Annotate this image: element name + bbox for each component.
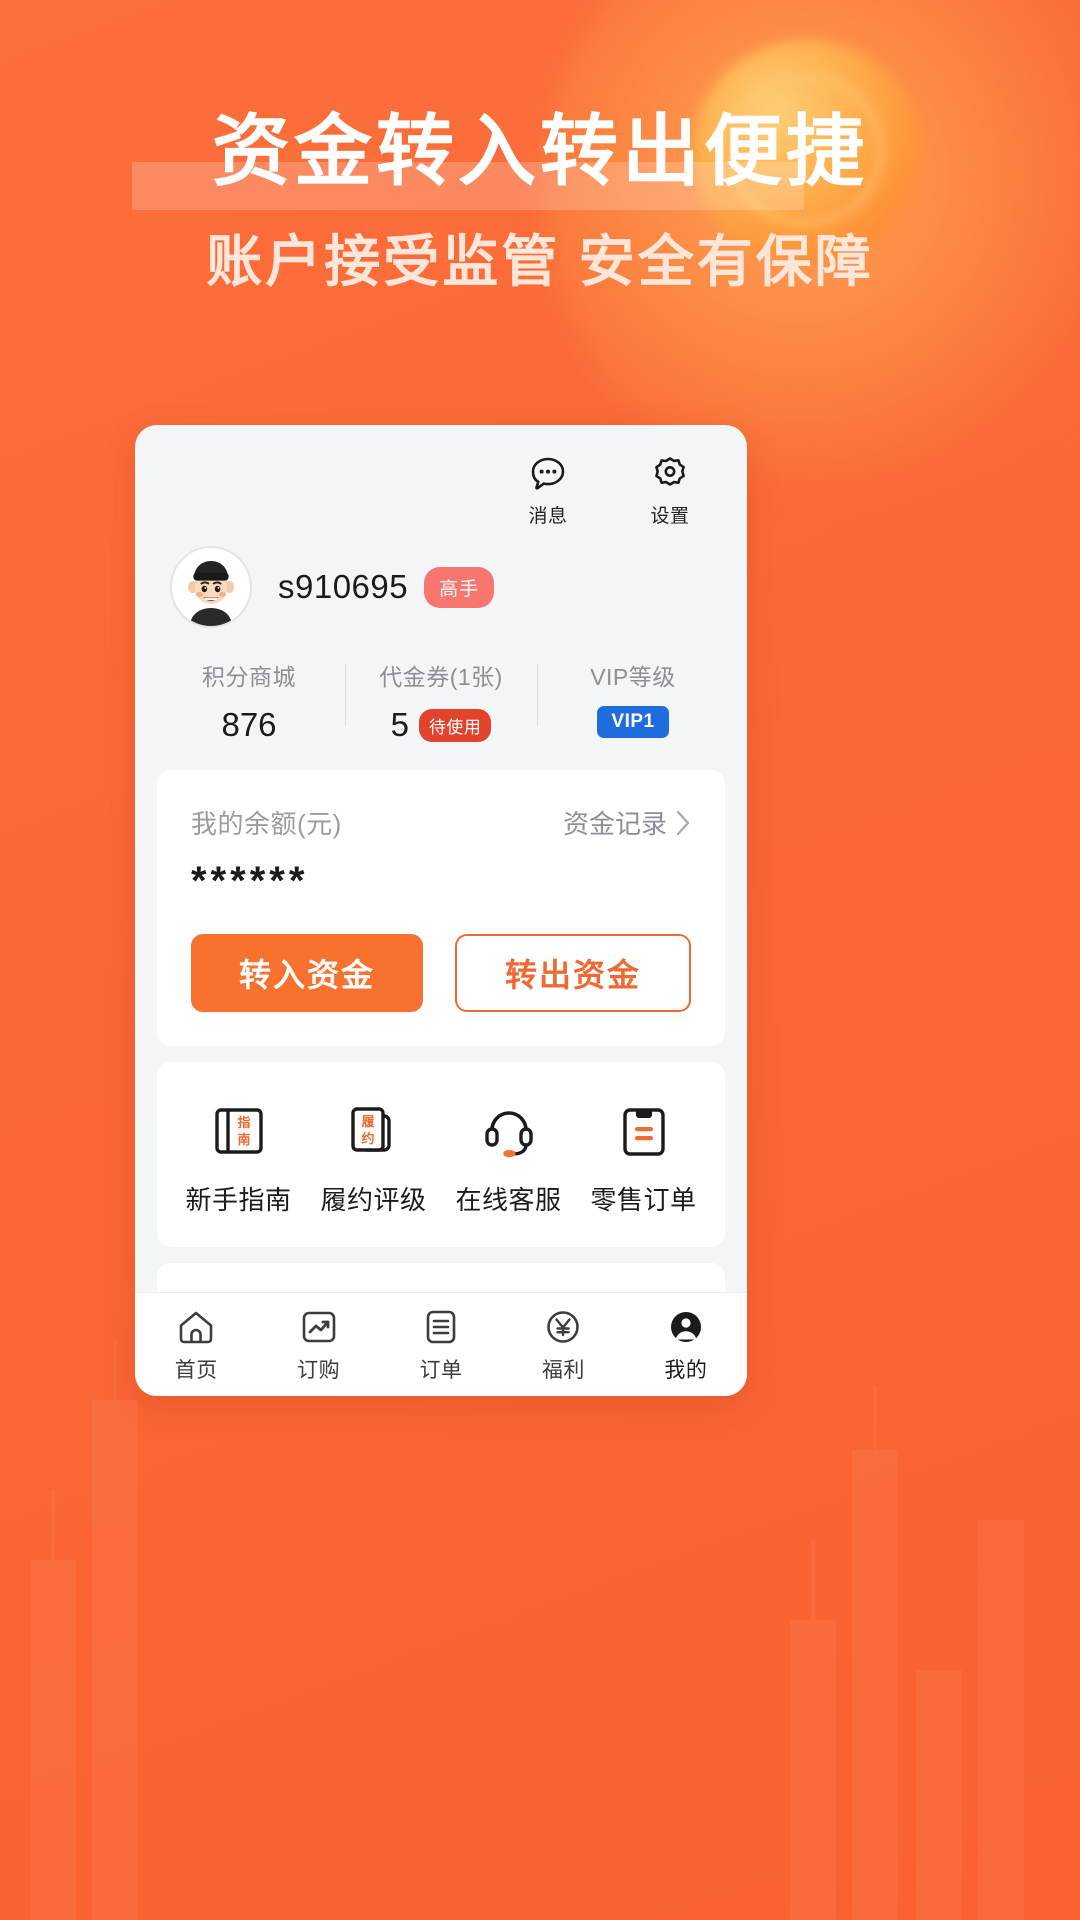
tab-label: 福利: [541, 1358, 585, 1382]
stat-points-mall[interactable]: 积分商城 876: [153, 658, 345, 744]
user-level-badge: 高手: [424, 566, 495, 608]
quick-action-label: 在线客服: [455, 1185, 562, 1215]
avatar[interactable]: [170, 546, 252, 628]
tab-label: 首页: [174, 1358, 218, 1382]
svg-text:指: 指: [237, 1115, 250, 1130]
tab-home[interactable]: 首页: [135, 1306, 257, 1384]
background-candlestick-wick: [811, 1540, 815, 1620]
yuan-coin-icon: [502, 1306, 624, 1348]
stat-label: 积分商城: [202, 664, 296, 690]
tab-mine[interactable]: 我的: [625, 1306, 747, 1384]
stat-voucher[interactable]: 代金券(1张) 5 待使用: [345, 658, 537, 744]
menu-item-pickup-records[interactable]: 提货记录: [191, 1263, 691, 1292]
balance-panel: 我的余额(元) 资金记录 ****** 转入资金 转出资金: [157, 770, 725, 1046]
chevron-right-icon: [675, 810, 691, 836]
background-candlestick: [790, 1620, 836, 1920]
background-candlestick: [916, 1670, 962, 1920]
settings-label: 设置: [650, 506, 690, 527]
background-candlestick-wick: [113, 1340, 117, 1400]
stat-label: VIP等级: [590, 664, 676, 690]
trend-chart-icon: [257, 1306, 379, 1348]
vip-level-badge: VIP1: [597, 706, 669, 738]
svg-text:履: 履: [361, 1114, 374, 1129]
menu-list: 提货记录 商城客服: [157, 1263, 725, 1292]
quick-actions-panel: 指 南 新手指南 履 约 履约评级 在线客服 零售订单: [157, 1062, 725, 1247]
svg-text:约: 约: [361, 1131, 374, 1146]
balance-label: 我的余额(元): [191, 809, 342, 839]
promo-copy: 资金转入转出便捷 账户接受监管 安全有保障: [0, 0, 1080, 290]
balance-action-row: 转入资金 转出资金: [157, 904, 725, 1046]
settings-button[interactable]: 设置: [635, 453, 705, 528]
background-candlestick: [92, 1400, 138, 1920]
home-icon: [135, 1306, 257, 1348]
fund-records-label: 资金记录: [562, 809, 667, 839]
quick-action-label: 零售订单: [590, 1185, 697, 1215]
tab-benefits[interactable]: 福利: [502, 1306, 624, 1384]
background-candlestick: [30, 1560, 76, 1920]
list-document-icon: [380, 1306, 502, 1348]
quick-action-online-support[interactable]: 在线客服: [441, 1096, 576, 1217]
gear-icon: [635, 453, 705, 495]
quick-action-label: 新手指南: [185, 1185, 292, 1215]
clipboard-order-icon: [576, 1096, 711, 1166]
transfer-in-button[interactable]: 转入资金: [191, 934, 423, 1012]
stat-vip-level[interactable]: VIP等级 VIP1: [537, 658, 729, 744]
quick-action-label: 履约评级: [320, 1185, 427, 1215]
tab-label: 订单: [419, 1358, 463, 1382]
app-content-scroll[interactable]: 消息 设置 s910695 高手 积分商城 876 代金券(1张) 5 待使用 …: [135, 425, 747, 1292]
svg-text:南: 南: [237, 1132, 250, 1147]
tab-orders[interactable]: 订单: [380, 1306, 502, 1384]
quick-actions-grid: 指 南 新手指南 履 约 履约评级 在线客服 零售订单: [157, 1062, 725, 1247]
messages-button[interactable]: 消息: [513, 453, 583, 528]
quick-action-retail-order[interactable]: 零售订单: [576, 1096, 711, 1217]
background-candlestick-wick: [873, 1386, 877, 1450]
quick-action-contract-rating[interactable]: 履 约 履约评级: [306, 1096, 441, 1217]
background-candlestick: [852, 1450, 898, 1920]
messages-label: 消息: [528, 506, 568, 527]
transfer-out-button[interactable]: 转出资金: [455, 934, 691, 1012]
voucher-status-badge: 待使用: [418, 708, 492, 742]
balance-amount: ******: [191, 859, 309, 903]
menu-list-panel: 提货记录 商城客服: [157, 1263, 725, 1292]
fund-records-link[interactable]: 资金记录: [563, 804, 691, 841]
stat-value: 5: [390, 706, 409, 743]
background-candlestick-wick: [51, 1490, 55, 1560]
background-candlestick: [978, 1520, 1024, 1920]
tab-subscribe[interactable]: 订购: [257, 1306, 379, 1384]
balance-header: 我的余额(元) 资金记录: [157, 770, 725, 841]
message-bubble-icon: [513, 453, 583, 495]
profile-avatar-icon: [625, 1306, 747, 1348]
stats-row: 积分商城 876 代金券(1张) 5 待使用 VIP等级 VIP1: [135, 658, 747, 770]
tab-label: 订购: [297, 1358, 341, 1382]
stat-label: 代金券(1张): [379, 664, 503, 690]
contract-rating-icon: 履 约: [306, 1096, 441, 1166]
headset-icon: [441, 1096, 576, 1166]
bottom-tabbar: 首页 订购 订单 福利 我的: [135, 1292, 747, 1396]
promo-subheadline: 账户接受监管 安全有保障: [206, 230, 874, 293]
guide-book-icon: 指 南: [171, 1096, 306, 1166]
top-action-row: 消息 设置: [135, 425, 747, 528]
username: s910695: [278, 568, 409, 605]
quick-action-beginner-guide[interactable]: 指 南 新手指南: [171, 1096, 306, 1217]
tab-label: 我的: [664, 1358, 708, 1382]
profile-row[interactable]: s910695 高手: [135, 528, 747, 628]
stat-value: 876: [221, 706, 277, 743]
promo-headline: 资金转入转出便捷: [211, 107, 868, 195]
app-screen-card: 消息 设置 s910695 高手 积分商城 876 代金券(1张) 5 待使用 …: [135, 425, 747, 1396]
